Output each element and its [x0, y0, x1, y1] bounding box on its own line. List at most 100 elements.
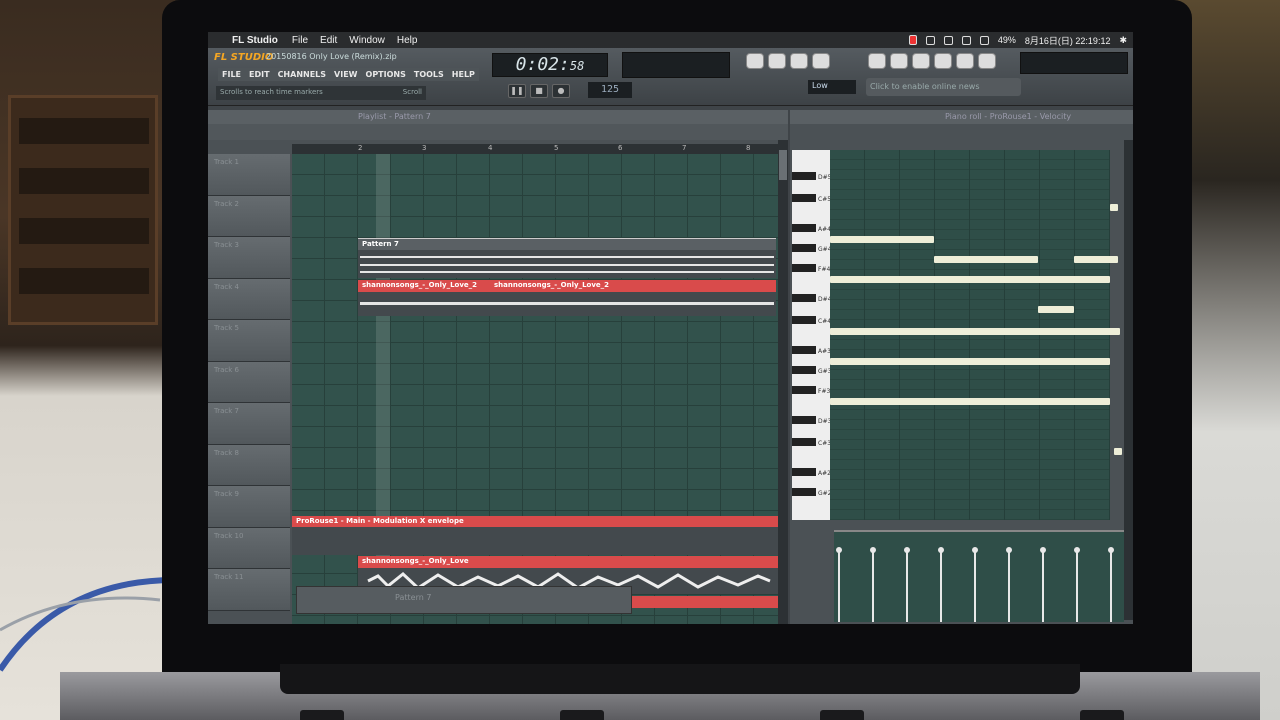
track-header[interactable]: Track 3 — [208, 237, 290, 279]
help-button[interactable] — [978, 53, 996, 69]
note[interactable] — [830, 398, 1110, 405]
tool-button[interactable] — [890, 53, 908, 69]
velocity-bar[interactable] — [836, 547, 842, 622]
audio-clip[interactable]: shannonsongs_-_Only_Love_2 — [490, 280, 776, 292]
black-key[interactable] — [792, 172, 816, 180]
fl-menu-help[interactable]: HELP — [452, 70, 475, 79]
tool-button[interactable] — [812, 53, 830, 69]
tool-button[interactable] — [934, 53, 952, 69]
note[interactable] — [830, 236, 934, 243]
tool-button[interactable] — [746, 53, 764, 69]
black-key[interactable] — [792, 366, 816, 374]
track-header[interactable]: Track 5 — [208, 320, 290, 362]
track-header[interactable]: Track 7 — [208, 403, 290, 445]
pause-button[interactable]: ❚❚ — [508, 84, 526, 98]
tempo-display[interactable]: 125 — [588, 82, 632, 98]
black-key[interactable] — [792, 294, 816, 302]
scroll-thumb[interactable] — [779, 150, 787, 180]
note[interactable] — [1074, 256, 1118, 263]
black-key[interactable] — [792, 488, 816, 496]
menu-app-name[interactable]: FL Studio — [232, 35, 278, 46]
fl-menu-file[interactable]: FILE — [222, 70, 241, 79]
black-key[interactable] — [792, 468, 816, 476]
transport-controls: ❚❚ ■ ● — [508, 84, 570, 98]
note[interactable] — [830, 328, 1120, 335]
vocal-clip[interactable]: shannonsongs_-_Only_Love — [358, 556, 778, 568]
tool-button[interactable] — [790, 53, 808, 69]
volume-icon[interactable] — [979, 35, 989, 45]
menu-edit[interactable]: Edit — [320, 35, 337, 46]
tool-button[interactable] — [956, 53, 974, 69]
shelf-slot — [19, 268, 149, 294]
track-header[interactable]: Track 11 — [208, 569, 290, 611]
stop-button[interactable]: ■ — [530, 84, 548, 98]
timeline-ruler[interactable]: 2 3 4 5 6 7 8 — [292, 144, 778, 154]
menu-window[interactable]: Window — [349, 35, 385, 46]
record-icon[interactable] — [908, 35, 917, 45]
record-button[interactable]: ● — [552, 84, 570, 98]
fl-menu-edit[interactable]: EDIT — [249, 70, 270, 79]
piano-keyboard[interactable]: D#5 C#5 A#4 G#4 F#4 D#4 C#4 A#3 G#3 F#3 … — [792, 150, 832, 520]
automation-clip[interactable]: ProRouse1 - Main - Modulation X envelope — [292, 516, 778, 527]
piano-roll-title[interactable]: Piano roll - ProRouse1 - Velocity — [790, 110, 1133, 124]
note[interactable] — [1110, 204, 1118, 211]
audio-clip[interactable]: shannonsongs_-_Only_Love_2 — [358, 280, 490, 292]
track-header[interactable]: Track 8 — [208, 444, 290, 486]
velocity-bar[interactable] — [1040, 547, 1046, 622]
menubar-status: 49% 8月16日(日) 22:19:12 ✱ — [908, 32, 1127, 48]
bluetooth-icon[interactable] — [961, 35, 971, 45]
velocity-bar[interactable] — [1108, 547, 1114, 622]
battery-percent[interactable]: 49% — [998, 35, 1016, 45]
tool-button[interactable] — [912, 53, 930, 69]
menu-file[interactable]: File — [292, 35, 308, 46]
fl-menu-options[interactable]: OPTIONS — [366, 70, 406, 79]
velocity-bar[interactable] — [904, 547, 910, 622]
automation-clip-body[interactable] — [292, 527, 778, 555]
black-key[interactable] — [792, 416, 816, 424]
black-key[interactable] — [792, 264, 816, 272]
spotlight-icon[interactable]: ✱ — [1119, 35, 1127, 46]
fl-menu-channels[interactable]: CHANNELS — [278, 70, 326, 79]
note[interactable] — [830, 276, 1110, 283]
velocity-bar[interactable] — [870, 547, 876, 622]
piano-roll-scrollbar[interactable] — [1124, 140, 1133, 620]
tool-button[interactable] — [768, 53, 786, 69]
black-key[interactable] — [792, 316, 816, 324]
notification-icon[interactable] — [925, 35, 935, 45]
velocity-lane[interactable] — [834, 530, 1124, 622]
track-header[interactable]: Track 10 — [208, 527, 290, 569]
velocity-bar[interactable] — [972, 547, 978, 622]
song-time-display[interactable]: 0:02:58 — [492, 53, 608, 77]
tool-button[interactable] — [868, 53, 886, 69]
black-key[interactable] — [792, 386, 816, 394]
clock[interactable]: 8月16日(日) 22:19:12 — [1025, 34, 1111, 47]
fl-menu-view[interactable]: VIEW — [334, 70, 357, 79]
track-header[interactable]: Track 9 — [208, 486, 290, 528]
note[interactable] — [1038, 306, 1074, 313]
black-key[interactable] — [792, 194, 816, 202]
note[interactable] — [1114, 448, 1122, 455]
track-header[interactable]: Track 4 — [208, 278, 290, 320]
track-header[interactable]: Track 6 — [208, 361, 290, 403]
black-key[interactable] — [792, 438, 816, 446]
velocity-bar[interactable] — [1006, 547, 1012, 622]
velocity-bar[interactable] — [1074, 547, 1080, 622]
online-news-panel[interactable]: Click to enable online news — [866, 78, 1021, 96]
fl-menu-tools[interactable]: TOOLS — [414, 70, 444, 79]
black-key[interactable] — [792, 244, 816, 252]
black-key[interactable] — [792, 346, 816, 354]
velocity-bar[interactable] — [938, 547, 944, 622]
track-header[interactable]: Track 2 — [208, 195, 290, 237]
track-header[interactable]: Track 1 — [208, 154, 290, 196]
wifi-icon[interactable] — [943, 35, 953, 45]
menu-help[interactable]: Help — [397, 35, 418, 46]
playlist-title[interactable]: Playlist - Pattern 7 — [208, 110, 788, 124]
note[interactable] — [830, 358, 1110, 365]
quality-select[interactable]: Low — [808, 80, 856, 94]
pattern-selector[interactable]: Pattern 7 — [296, 586, 632, 614]
note[interactable] — [934, 256, 1038, 263]
black-key[interactable] — [792, 224, 816, 232]
note-grid[interactable] — [830, 150, 1122, 520]
playlist-scrollbar[interactable] — [778, 140, 788, 624]
pattern-clip[interactable]: Pattern 7 — [358, 238, 776, 250]
